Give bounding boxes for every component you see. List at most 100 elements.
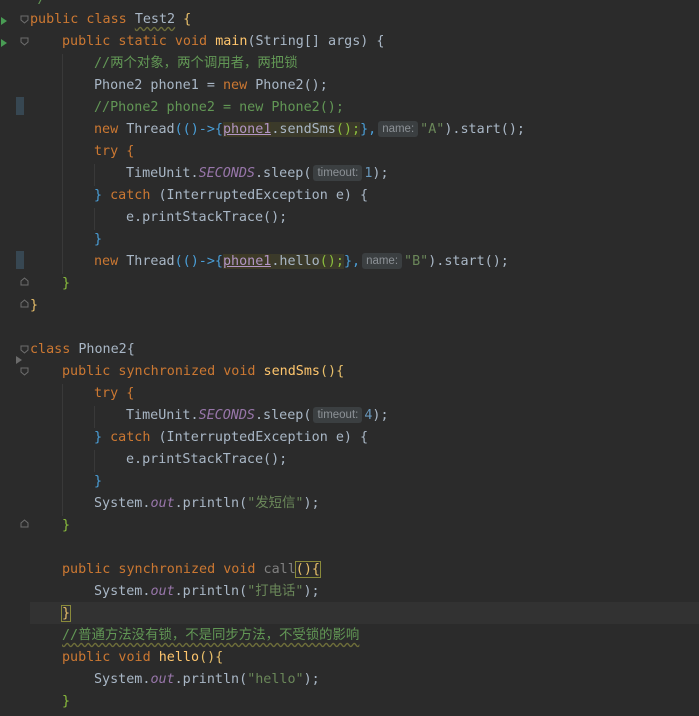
code-text: ).start(); [428, 254, 509, 269]
parameter-hint: timeout: [313, 407, 363, 423]
code-text: e.printStackTrace(); [126, 210, 288, 225]
current-line-highlight [30, 602, 699, 624]
call-parens: (); [319, 254, 344, 269]
run-main-icon[interactable] [1, 39, 7, 47]
code-text: .println( [174, 672, 248, 687]
code-line[interactable]: Phone2 phone1 = new Phone2(); [94, 75, 328, 97]
code-line[interactable]: new Thread(()->{phone1.hello();}, name: "B… [94, 251, 509, 273]
code-line[interactable]: } [94, 471, 102, 493]
indent-guide [94, 450, 95, 472]
code-line[interactable]: } [62, 515, 70, 537]
keyword: public synchronized void [62, 364, 264, 379]
string-literal: "发短信" [247, 496, 304, 511]
keyword: catch [110, 188, 159, 203]
gutter[interactable] [0, 0, 30, 716]
comment: //两个对象，两个调用者，两把锁 [94, 56, 298, 71]
code-line[interactable]: System.out.println("hello"); [94, 669, 320, 691]
code-line[interactable]: public synchronized void sendSms(){ [62, 361, 344, 383]
class-name: Test2 [134, 12, 176, 27]
method-call: .sendSms [271, 122, 336, 137]
code-line[interactable]: TimeUnit.SECONDS.sleep(timeout: 4); [126, 405, 389, 427]
lambda-close: }, [343, 254, 361, 269]
code-text: ); [372, 166, 389, 181]
variable-ref[interactable]: phone1 [223, 122, 272, 137]
keyword: public void [62, 650, 159, 665]
static-field: out [150, 584, 175, 599]
code-line[interactable]: TimeUnit.SECONDS.sleep(timeout: 1); [126, 163, 389, 185]
code-line[interactable]: e.printStackTrace(); [126, 207, 287, 229]
class-name: Thread [126, 122, 175, 137]
lambda-open: (()->{ [174, 254, 223, 269]
unfold-icon[interactable] [20, 519, 29, 528]
code-line[interactable]: System.out.println("发短信"); [94, 493, 320, 515]
code-line[interactable]: } [62, 691, 70, 713]
code-line[interactable]: class Phone2{ [30, 339, 135, 361]
indent-guide [94, 208, 95, 230]
unfold-icon[interactable] [20, 299, 29, 308]
code-line[interactable]: try { [94, 141, 134, 163]
signature: (){ [319, 364, 345, 379]
keyword: catch [110, 430, 159, 445]
code-text: .sleep( [255, 408, 312, 423]
string-literal: "B" [404, 254, 429, 269]
code-text: .println( [174, 496, 248, 511]
change-marker-icon [16, 97, 24, 115]
fold-icon[interactable] [20, 37, 29, 46]
code-line[interactable]: public synchronized void call(){ [62, 559, 321, 581]
indent-guide [94, 164, 95, 186]
signature: (){ [199, 650, 224, 665]
class-name: Phone2{ [78, 342, 135, 357]
code-text: .println( [174, 584, 248, 599]
fold-icon[interactable] [20, 367, 29, 376]
comment: */ [30, 0, 46, 7]
code-text: System. [94, 584, 151, 599]
code-text: Phone2(); [255, 78, 328, 93]
code-line[interactable]: public static void main(String[] args) { [62, 31, 385, 53]
fold-icon[interactable] [20, 15, 29, 24]
static-field: SECONDS [198, 166, 255, 181]
brace: } [94, 188, 111, 203]
method-name-unused: call [263, 562, 296, 577]
fold-icon[interactable] [20, 345, 29, 354]
string-literal: "hello" [247, 672, 304, 687]
code-line[interactable]: e.printStackTrace(); [126, 449, 287, 471]
code-line[interactable]: } [60, 603, 72, 625]
keyword: new [94, 122, 127, 137]
code-line[interactable]: } catch (InterruptedException e) { [94, 427, 368, 449]
run-class-icon[interactable] [1, 17, 7, 25]
method-call: .hello [271, 254, 320, 269]
code-line[interactable]: //普通方法没有锁，不是同步方法，不受锁的影响 [62, 625, 359, 647]
unfold-icon[interactable] [20, 277, 29, 286]
brace: } [94, 474, 103, 489]
code-text: ); [303, 496, 320, 511]
code-line[interactable]: System.out.println("打电话"); [94, 581, 320, 603]
static-field: out [150, 672, 175, 687]
code-line[interactable]: public class Test2 { [30, 9, 191, 31]
brace-matched: } [60, 605, 72, 622]
string-literal: "A" [420, 122, 445, 137]
keyword: class [30, 342, 79, 357]
code-editor[interactable]: */ public class Test2 { public static vo… [0, 0, 699, 716]
code-line[interactable]: } catch (InterruptedException e) { [94, 185, 368, 207]
parameter-hint: name: [362, 253, 403, 269]
code-text: TimeUnit. [126, 408, 199, 423]
parameter-hint: name: [378, 121, 419, 137]
comment: //Phone2 phone2 = new Phone2(); [94, 100, 344, 115]
code-line[interactable]: //两个对象，两个调用者，两把锁 [94, 53, 298, 75]
code-text: ); [372, 408, 389, 423]
code-text: TimeUnit. [126, 166, 199, 181]
method-name: main [215, 34, 248, 49]
implements-marker-icon[interactable] [16, 356, 22, 364]
code-line[interactable]: new Thread(()->{phone1.sendSms();}, name:… [94, 119, 525, 141]
code-line[interactable]: try { [94, 383, 134, 405]
static-field: out [150, 496, 175, 511]
variable-ref[interactable]: phone1 [223, 254, 272, 269]
text-caret [70, 605, 72, 621]
code-line[interactable]: } [62, 273, 70, 295]
code-line[interactable]: public void hello(){ [62, 647, 223, 669]
keyword: public synchronized void [62, 562, 264, 577]
code-line[interactable]: //Phone2 phone2 = new Phone2(); [94, 97, 344, 119]
code-line[interactable]: } [30, 295, 38, 317]
code-text: Phone2 phone1 = [94, 78, 223, 93]
code-line[interactable]: } [94, 229, 102, 251]
